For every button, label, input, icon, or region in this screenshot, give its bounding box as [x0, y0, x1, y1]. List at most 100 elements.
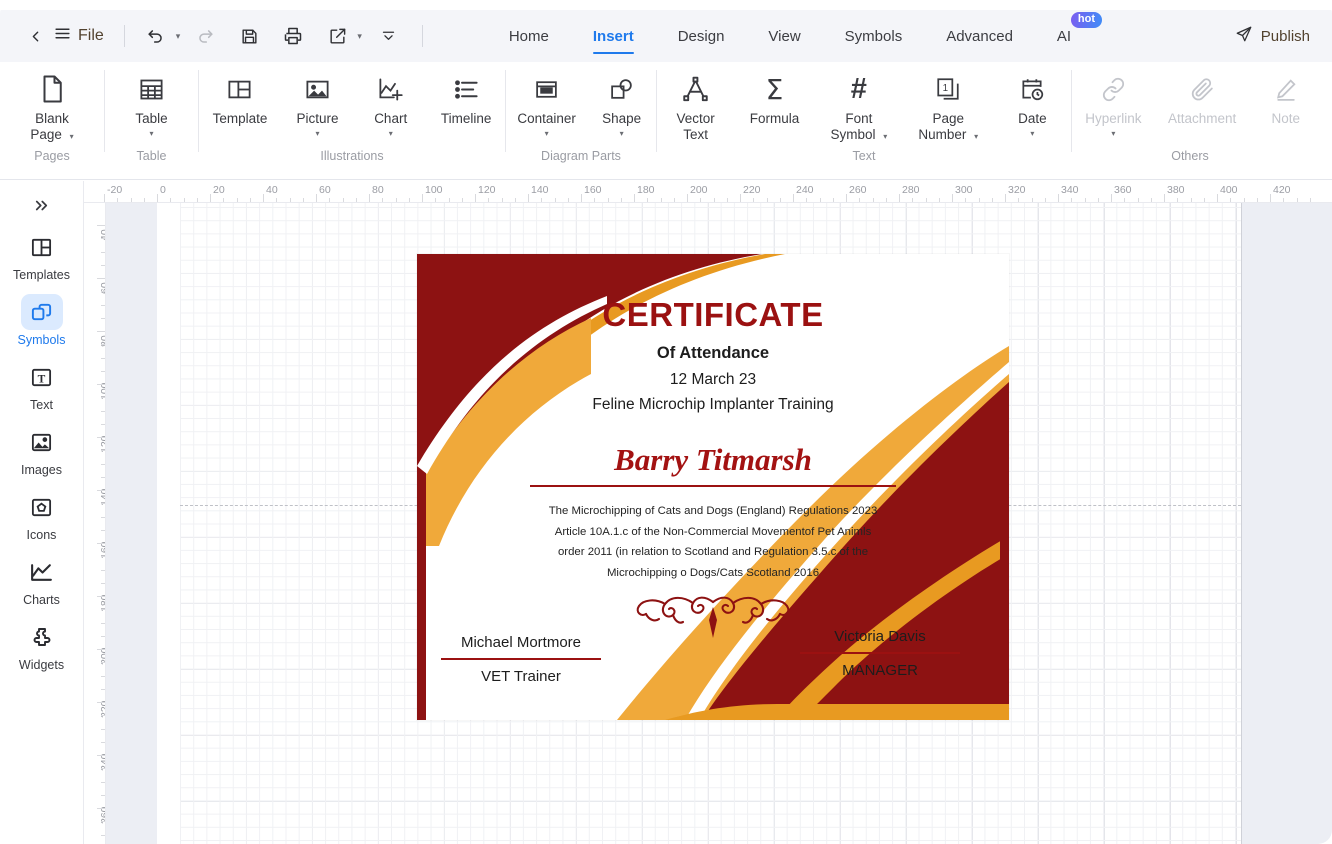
undo-dropdown-caret[interactable]: ▾ [176, 31, 181, 42]
ruler-tick [634, 194, 635, 202]
save-icon[interactable] [232, 19, 266, 53]
more-icon[interactable] [372, 19, 406, 53]
tab-advanced[interactable]: Advanced [924, 10, 1035, 62]
sidebar-item-widgets[interactable]: Widgets [11, 619, 73, 672]
hyperlink-button[interactable]: Hyperlink ▾ [1077, 62, 1149, 138]
redo-icon[interactable] [188, 19, 222, 53]
ruler-label: 80 [372, 184, 384, 196]
ruler-tick [97, 702, 105, 703]
chevron-down-icon[interactable]: ▾ [149, 129, 153, 138]
blank-page-icon [37, 72, 67, 106]
tab-home[interactable]: Home [487, 10, 571, 62]
ruler-label: 40 [266, 184, 278, 196]
horizontal-ruler[interactable]: -20 0 20 40 60 80 100 120 140 160 180 200 220 240 260 2… [84, 181, 1332, 203]
ruler-label: 0 [160, 184, 166, 196]
timeline-button[interactable]: Timeline [433, 62, 500, 127]
certificate-body-line: Microchipping o Dogs/Cats Scotland 2016 [606, 566, 820, 579]
back-icon[interactable] [18, 19, 52, 53]
ruler-tick [97, 490, 105, 491]
template-button[interactable]: Template [205, 62, 276, 127]
chevron-down-icon[interactable]: ▾ [620, 129, 624, 138]
ruler-label: 340 [1061, 184, 1079, 196]
chevron-down-icon[interactable]: ▾ [883, 132, 887, 141]
shape-label: Shape [602, 111, 642, 126]
picture-label: Picture [296, 111, 339, 126]
signature-right-name: Victoria Davis [834, 628, 926, 645]
certificate-body-line: Article 10A.1.c of the Non-Commercial Mo… [554, 525, 872, 538]
sidebar-item-text[interactable]: T Text [11, 359, 73, 412]
timeline-icon [453, 72, 480, 106]
certificate-title: CERTIFICATE [602, 296, 824, 333]
tab-ai[interactable]: AI hot [1035, 10, 1103, 62]
chart-button[interactable]: Chart ▾ [360, 62, 422, 138]
vector-text-button[interactable]: Vector Text [665, 62, 727, 142]
templates-icon [21, 229, 63, 265]
tab-insert[interactable]: Insert [571, 10, 656, 62]
ruler-label: 100 [425, 184, 443, 196]
ruler-label: 200 [690, 184, 708, 196]
certificate-course: Feline Microchip Implanter Training [592, 396, 834, 413]
chevron-down-icon[interactable]: ▾ [974, 132, 978, 141]
tab-view[interactable]: View [746, 10, 822, 62]
table-button[interactable]: Table ▾ [105, 62, 198, 138]
ruler-label: 280 [902, 184, 920, 196]
canvas-area[interactable]: CERTIFICATE Of Attendance 12 March 23 Fe… [106, 203, 1332, 844]
chevron-down-icon[interactable]: ▾ [70, 132, 74, 141]
ruler-tick [422, 194, 423, 202]
sidebar-item-images[interactable]: Images [11, 424, 73, 477]
blank-page-button[interactable]: Blank Page ▾ [0, 62, 104, 142]
sidebar-item-symbols[interactable]: Symbols [11, 294, 73, 347]
tab-symbols[interactable]: Symbols [823, 10, 925, 62]
ruler-tick [97, 649, 105, 650]
publish-label: Publish [1260, 27, 1310, 45]
ruler-tick [952, 194, 953, 202]
undo-icon[interactable] [139, 19, 173, 53]
quick-access-toolbar: File ▾ ▾ [0, 19, 437, 53]
page-number-button[interactable]: 1 Page Number ▾ [910, 62, 986, 142]
export-dropdown-caret[interactable]: ▾ [357, 31, 362, 42]
export-icon[interactable] [320, 19, 354, 53]
signature-left-name: Michael Mortmore [460, 634, 582, 651]
vertical-ruler[interactable]: 40 60 80 100 120 140 160 180 200 220 240 260 [84, 203, 106, 844]
container-button[interactable]: Container ▾ [509, 62, 584, 138]
sidebar-item-icons[interactable]: Icons [11, 489, 73, 542]
shape-button[interactable]: Shape ▾ [591, 62, 653, 138]
chevron-down-icon[interactable]: ▾ [1111, 129, 1115, 138]
picture-button[interactable]: Picture ▾ [287, 62, 349, 138]
ribbon-group-label: Text [852, 149, 876, 163]
tab-design[interactable]: Design [656, 10, 747, 62]
left-sidebar: Templates Symbols T Text Images Icons Ch… [0, 181, 84, 844]
table-icon [138, 72, 165, 106]
page-number-icon: 1 [935, 72, 961, 106]
publish-button[interactable]: Publish [1235, 25, 1310, 47]
chevron-down-icon[interactable]: ▾ [389, 129, 393, 138]
expand-sidebar-icon[interactable] [22, 187, 62, 223]
ruler-tick [1217, 194, 1218, 202]
file-menu-label: File [78, 27, 104, 44]
print-icon[interactable] [276, 19, 310, 53]
ribbon-group-diagram-parts: Container ▾ Shape ▾ Diagram Parts [506, 62, 656, 179]
chevron-down-icon[interactable]: ▾ [545, 129, 549, 138]
ruler-label: 60 [319, 184, 331, 196]
ruler-tick [316, 194, 317, 202]
sidebar-item-charts[interactable]: Charts [11, 554, 73, 607]
symbols-icon [20, 294, 63, 330]
page-number-label: Page Number ▾ [918, 111, 979, 142]
certificate-object[interactable]: CERTIFICATE Of Attendance 12 March 23 Fe… [417, 254, 1009, 720]
note-button[interactable]: Note [1255, 62, 1317, 127]
ruler-label: 260 [849, 184, 867, 196]
formula-label: Formula [749, 111, 800, 126]
sidebar-item-templates[interactable]: Templates [11, 229, 73, 282]
attachment-button[interactable]: Attachment [1160, 62, 1244, 127]
chevron-down-icon[interactable]: ▾ [1030, 129, 1034, 138]
font-symbol-button[interactable]: # Font Symbol ▾ [822, 62, 895, 142]
file-menu-button[interactable]: File [52, 25, 110, 47]
chevron-down-icon[interactable]: ▾ [316, 129, 320, 138]
ruler-label: 400 [1220, 184, 1238, 196]
formula-button[interactable]: Σ Formula [742, 62, 808, 127]
date-button[interactable]: Date ▾ [1001, 62, 1063, 138]
vector-text-icon [682, 72, 709, 106]
ruler-label: 380 [1167, 184, 1185, 196]
signature-left-rule [441, 658, 601, 660]
ruler-tick [475, 194, 476, 202]
